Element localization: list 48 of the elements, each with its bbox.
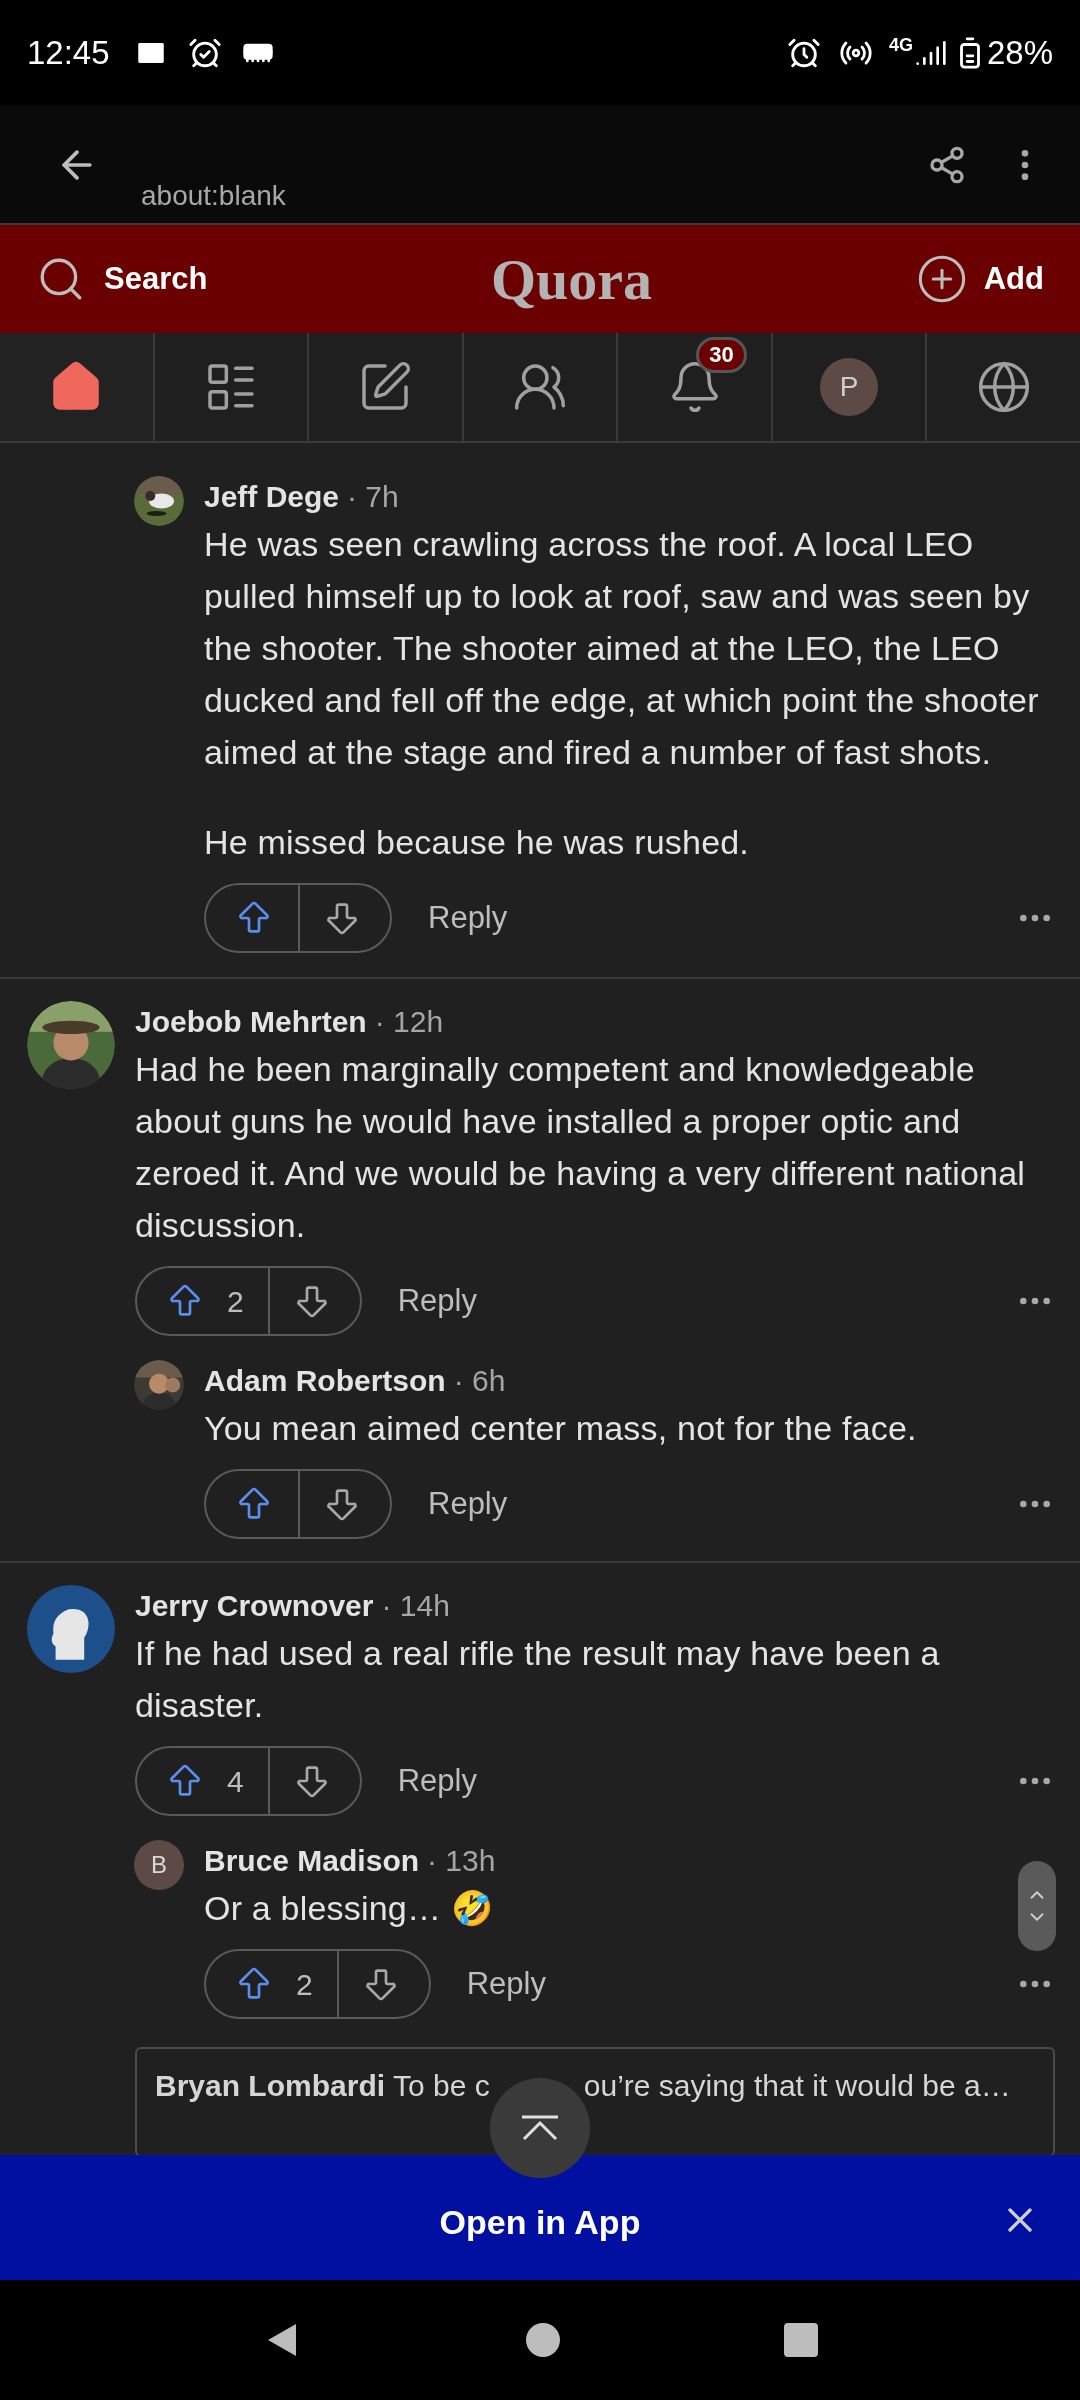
comment-time: · 12h (374, 1003, 444, 1040)
reply-preview-text: ou’re saying that it would be a… (583, 2068, 1011, 2104)
network-type: 4G (888, 34, 913, 57)
author-name[interactable]: Jeff Dege (204, 473, 340, 519)
comment-text: If he had used a real rifle the result may have been a disaster. (135, 1633, 941, 1726)
battery-level: 28% (986, 32, 1053, 73)
scrollbar-handle[interactable] (1018, 1861, 1056, 1951)
comment-time: · 14h (381, 1587, 450, 1624)
scroll-to-top-icon (520, 2115, 560, 2141)
upvote-count: 2 (296, 1966, 313, 2003)
avatar-silhouette-icon (27, 1585, 115, 1673)
author-name[interactable]: Bruce Madison (204, 1837, 420, 1883)
reply-button[interactable]: Reply (428, 1480, 508, 1528)
comment-text: You mean aimed center mass, not for the face. (204, 1408, 917, 1449)
home-nav-icon[interactable] (526, 2323, 560, 2357)
upvote-count: 4 (227, 1763, 244, 1800)
reply-preview-text: To be c (393, 2068, 490, 2104)
upvote-count: 2 (227, 1283, 244, 1320)
upvote-button[interactable]: 2 (206, 1951, 337, 2017)
add-button[interactable]: Add (915, 253, 1044, 305)
author-name[interactable]: Joebob Mehrten (135, 998, 367, 1044)
avatar: B (134, 1840, 184, 1890)
search-button[interactable]: Search (36, 254, 208, 304)
author-name[interactable]: Adam Robertson (204, 1357, 446, 1403)
notification-badge: 30 (696, 337, 747, 373)
quora-logo: Quora (491, 245, 653, 314)
upvote-button[interactable]: 4 (137, 1748, 268, 1814)
comment-time: · 7h (347, 478, 399, 515)
open-in-app-button[interactable]: Open in App (439, 2197, 641, 2248)
comment-text: He was seen crawling across the roof. A local LEO pulled himself up to look at roof, saw and was seen by the shooter. The shooter aimed at the LEO, the LEO ducked and fell off the edge, at which point the shooter aimed at the stage and fired a number of fast shots. (204, 524, 1040, 773)
status-time: 12:45 (27, 32, 110, 73)
reply-author: Bryan Lombardi (155, 2068, 386, 2104)
reply-button[interactable]: Reply (397, 1757, 477, 1805)
comment-text: Had he been marginally competent and knowledgeable about guns he would have installed a proper optic and zeroed it. And we would be having a very different national discussion. (135, 1049, 1027, 1246)
profile-avatar: P (820, 358, 879, 416)
reply-button[interactable]: Reply (397, 1277, 477, 1325)
share-icon[interactable] (927, 145, 967, 185)
comment-time: · 13h (427, 1842, 496, 1879)
reply-button[interactable]: Reply (428, 894, 508, 942)
url-text: about:blank (141, 179, 286, 213)
comment-time: · 6h (453, 1362, 506, 1399)
comment-text: He missed because he was rushed. (204, 822, 750, 863)
reply-button[interactable]: Reply (466, 1960, 546, 2008)
nav-tab[interactable]: P (770, 333, 926, 441)
comment-text: Or a blessing… 🤣 (204, 1888, 493, 1929)
nav-tab[interactable]: 30 (616, 333, 771, 441)
author-name[interactable]: Jerry Crownover (135, 1582, 374, 1628)
upvote-button[interactable]: 2 (137, 1268, 268, 1334)
